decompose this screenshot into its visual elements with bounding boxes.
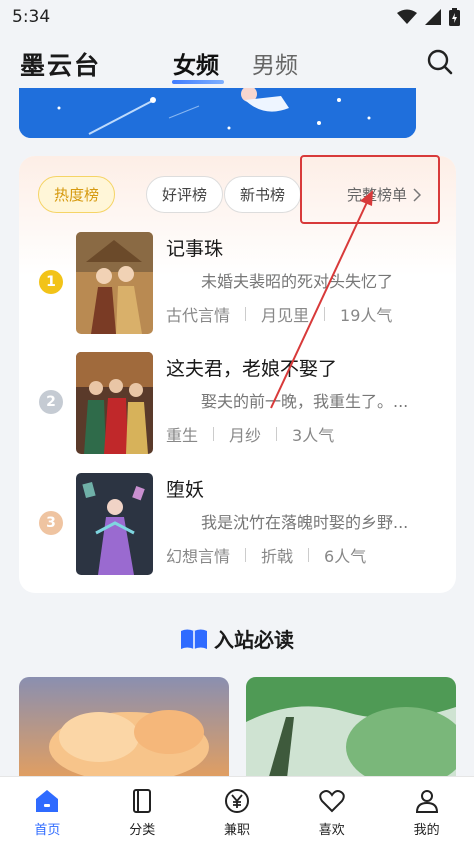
- book-cover: [76, 352, 153, 454]
- nav-favorites[interactable]: 喜欢: [284, 777, 379, 843]
- nav-profile-label: 我的: [413, 823, 440, 838]
- chip-hot-ranking[interactable]: 热度榜: [38, 176, 116, 213]
- divider: [245, 548, 247, 562]
- yen-icon: [224, 789, 249, 813]
- heart-icon: [319, 790, 345, 813]
- profile-icon: [415, 790, 438, 813]
- book-cover: [76, 232, 153, 334]
- tab-male[interactable]: 男频: [252, 46, 298, 80]
- book-row[interactable]: 1 记事珠 未婚夫裴昭的死对头失忆了 古代言情 月见里 19人气: [19, 232, 456, 334]
- status-bar: 5:34: [0, 0, 474, 34]
- book-author: 月纱: [229, 426, 262, 445]
- book-meta: 古代言情 月见里 19人气: [166, 302, 392, 326]
- book-meta: 重生 月纱 3人气: [166, 422, 334, 446]
- wifi-icon: [397, 9, 417, 24]
- nav-home[interactable]: 首页: [0, 777, 95, 843]
- book-popularity: 3人气: [292, 426, 335, 445]
- battery-icon: [449, 8, 460, 26]
- section-title-text: 入站必读: [214, 628, 294, 652]
- bottom-nav: 首页 分类 兼职 喜欢 我的: [0, 776, 474, 843]
- featured-card[interactable]: [19, 677, 229, 787]
- book-title: 这夫君，老娘不娶了: [166, 358, 338, 380]
- featured-card[interactable]: [246, 677, 456, 787]
- signal-icon: [425, 9, 441, 25]
- book-title: 记事珠: [166, 238, 224, 260]
- status-time: 5:34: [12, 7, 51, 27]
- nav-parttime[interactable]: 兼职: [190, 777, 285, 843]
- book-popularity: 6人气: [324, 547, 367, 566]
- rank-badge: 1: [39, 270, 63, 294]
- section-title: 入站必读: [0, 624, 474, 653]
- book-row[interactable]: 2 这夫君，老娘不娶了 娶夫的前一晚，我重生了。... 重生 月纱 3人气: [19, 352, 456, 454]
- nav-home-label: 首页: [34, 823, 61, 838]
- home-icon: [36, 790, 59, 812]
- app-logo: 墨云台: [20, 51, 102, 80]
- book-description: 未婚夫裴昭的死对头失忆了: [201, 272, 394, 291]
- book-description: 娶夫的前一晚，我重生了。...: [201, 392, 409, 411]
- rank-badge: 2: [39, 390, 63, 414]
- nav-favorites-label: 喜欢: [318, 823, 345, 838]
- app-header: 墨云台 女频 男频: [0, 34, 474, 90]
- divider: [308, 548, 310, 562]
- book-meta: 幻想言情 折戟 6人气: [166, 543, 366, 567]
- promo-banner[interactable]: [19, 88, 416, 138]
- book-open-icon: [181, 629, 207, 649]
- book-author: 月见里: [261, 306, 310, 325]
- book-row[interactable]: 3 堕妖 我是沈竹在落魄时娶的乡野... 幻想言情 折戟 6人气: [19, 473, 456, 575]
- book-genre: 重生: [166, 426, 199, 445]
- category-icon: [133, 789, 152, 813]
- book-genre: 幻想言情: [166, 547, 231, 566]
- nav-parttime-label: 兼职: [223, 823, 250, 838]
- tab-female[interactable]: 女频: [173, 46, 219, 80]
- book-cover: [76, 473, 153, 575]
- active-tab-indicator: [172, 80, 224, 84]
- divider: [245, 307, 247, 321]
- book-popularity: 19人气: [340, 306, 393, 325]
- rank-badge: 3: [39, 511, 63, 535]
- divider: [324, 307, 326, 321]
- banner-image: [19, 88, 416, 138]
- book-author: 折戟: [261, 547, 294, 566]
- nav-category-label: 分类: [129, 823, 156, 838]
- divider: [276, 427, 278, 441]
- nav-category[interactable]: 分类: [95, 777, 190, 843]
- chip-new-ranking[interactable]: 新书榜: [224, 176, 302, 213]
- book-genre: 古代言情: [166, 306, 231, 325]
- featured-image: [246, 677, 456, 787]
- divider: [213, 427, 215, 441]
- chip-rating-ranking[interactable]: 好评榜: [146, 176, 224, 213]
- featured-image: [19, 677, 229, 787]
- nav-profile[interactable]: 我的: [379, 777, 474, 843]
- search-icon[interactable]: [426, 48, 454, 76]
- highlight-box: [300, 155, 440, 224]
- book-description: 我是沈竹在落魄时娶的乡野...: [201, 513, 409, 532]
- book-title: 堕妖: [166, 479, 205, 501]
